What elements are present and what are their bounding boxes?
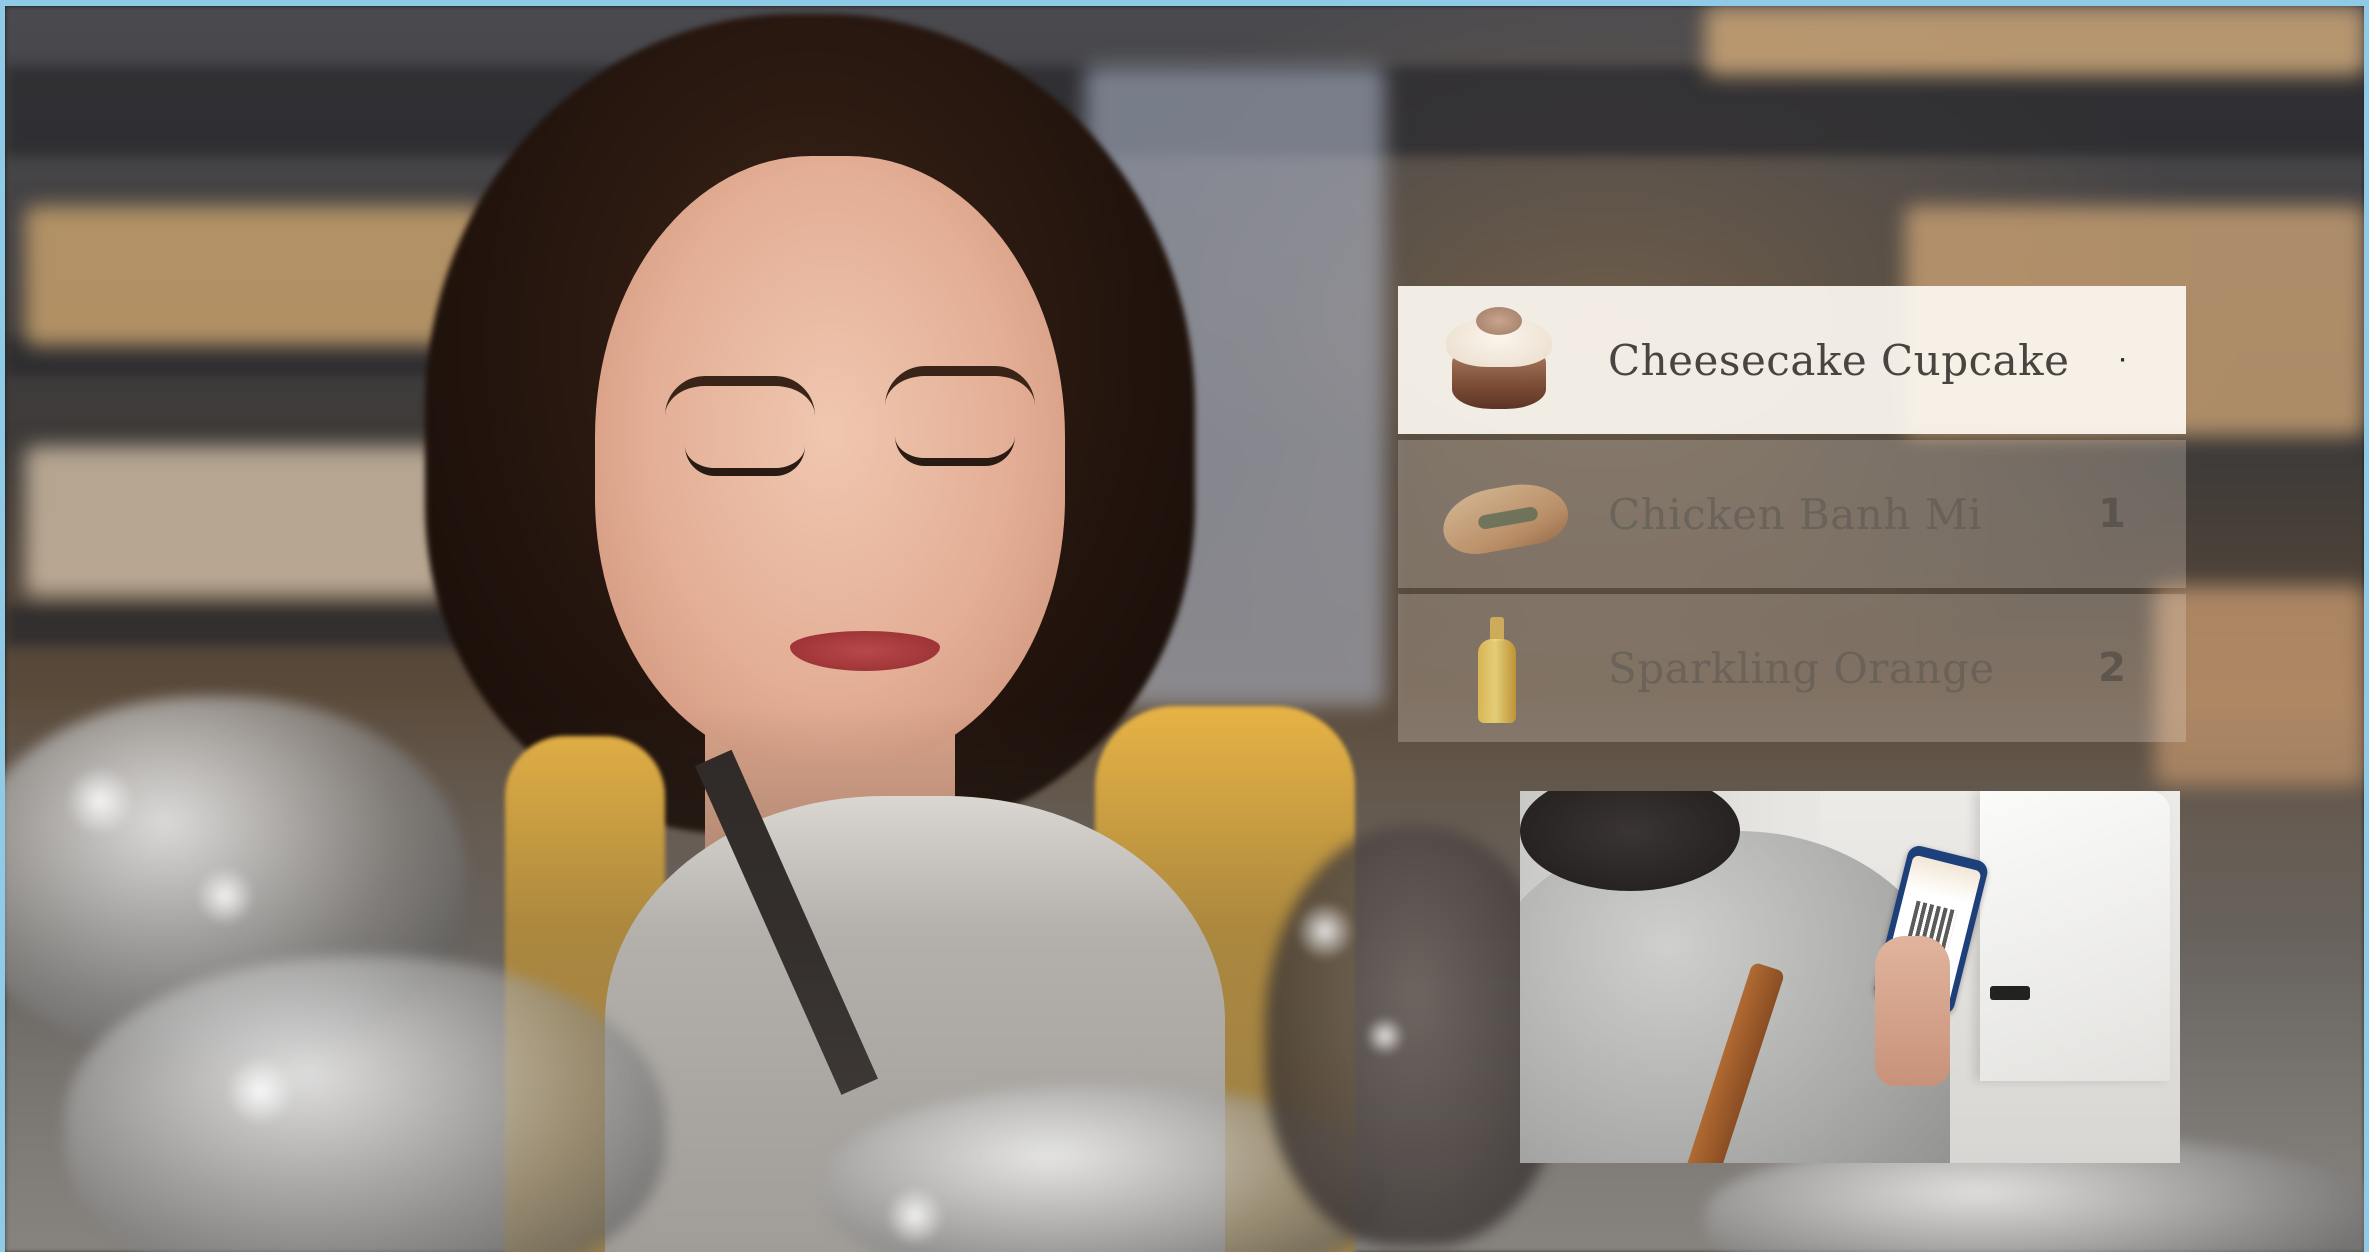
shelf-goods <box>25 446 445 596</box>
inset-photo-phone-checkout <box>1520 791 2180 1163</box>
shelf-goods <box>25 206 485 346</box>
eye <box>895 436 1015 466</box>
eye <box>685 446 805 476</box>
bokeh-light <box>225 1056 295 1126</box>
bokeh-light <box>885 1186 945 1246</box>
cart-item: Sparkling Orange 2 <box>1398 594 2186 742</box>
eyebrow <box>665 376 815 416</box>
bokeh-light <box>1365 1016 1405 1056</box>
eyebrow <box>885 366 1035 406</box>
hand <box>1875 936 1950 1086</box>
bokeh-light <box>195 866 255 926</box>
cart-item-name: Cheesecake Cupcake <box>1608 335 2070 385</box>
cart-item: Cheesecake Cupcake · <box>1398 286 2186 434</box>
cart-item-quantity: · <box>2119 349 2126 371</box>
video-frame: Cheesecake Cupcake · Chicken Banh Mi 1 S… <box>0 0 2369 1252</box>
entry-gate <box>1980 791 2170 1081</box>
cart-item-name: Sparkling Orange <box>1608 643 1995 693</box>
cart-item: Chicken Banh Mi 1 <box>1398 440 2186 588</box>
cart-item-quantity: 1 <box>2098 491 2126 537</box>
cart-item-name: Chicken Banh Mi <box>1608 489 1983 539</box>
glass-jar <box>65 956 665 1252</box>
bottle-icon <box>1438 613 1558 723</box>
sandwich-icon <box>1437 459 1573 569</box>
virtual-cart-list: Cheesecake Cupcake · Chicken Banh Mi 1 S… <box>1398 286 2186 748</box>
cart-item-quantity: 2 <box>2098 645 2126 691</box>
cupcake-icon <box>1438 305 1558 415</box>
scanner-slot <box>1990 986 2030 1000</box>
bokeh-light <box>65 766 135 836</box>
shelf-goods <box>1705 6 2364 76</box>
bokeh-light <box>1295 901 1355 961</box>
